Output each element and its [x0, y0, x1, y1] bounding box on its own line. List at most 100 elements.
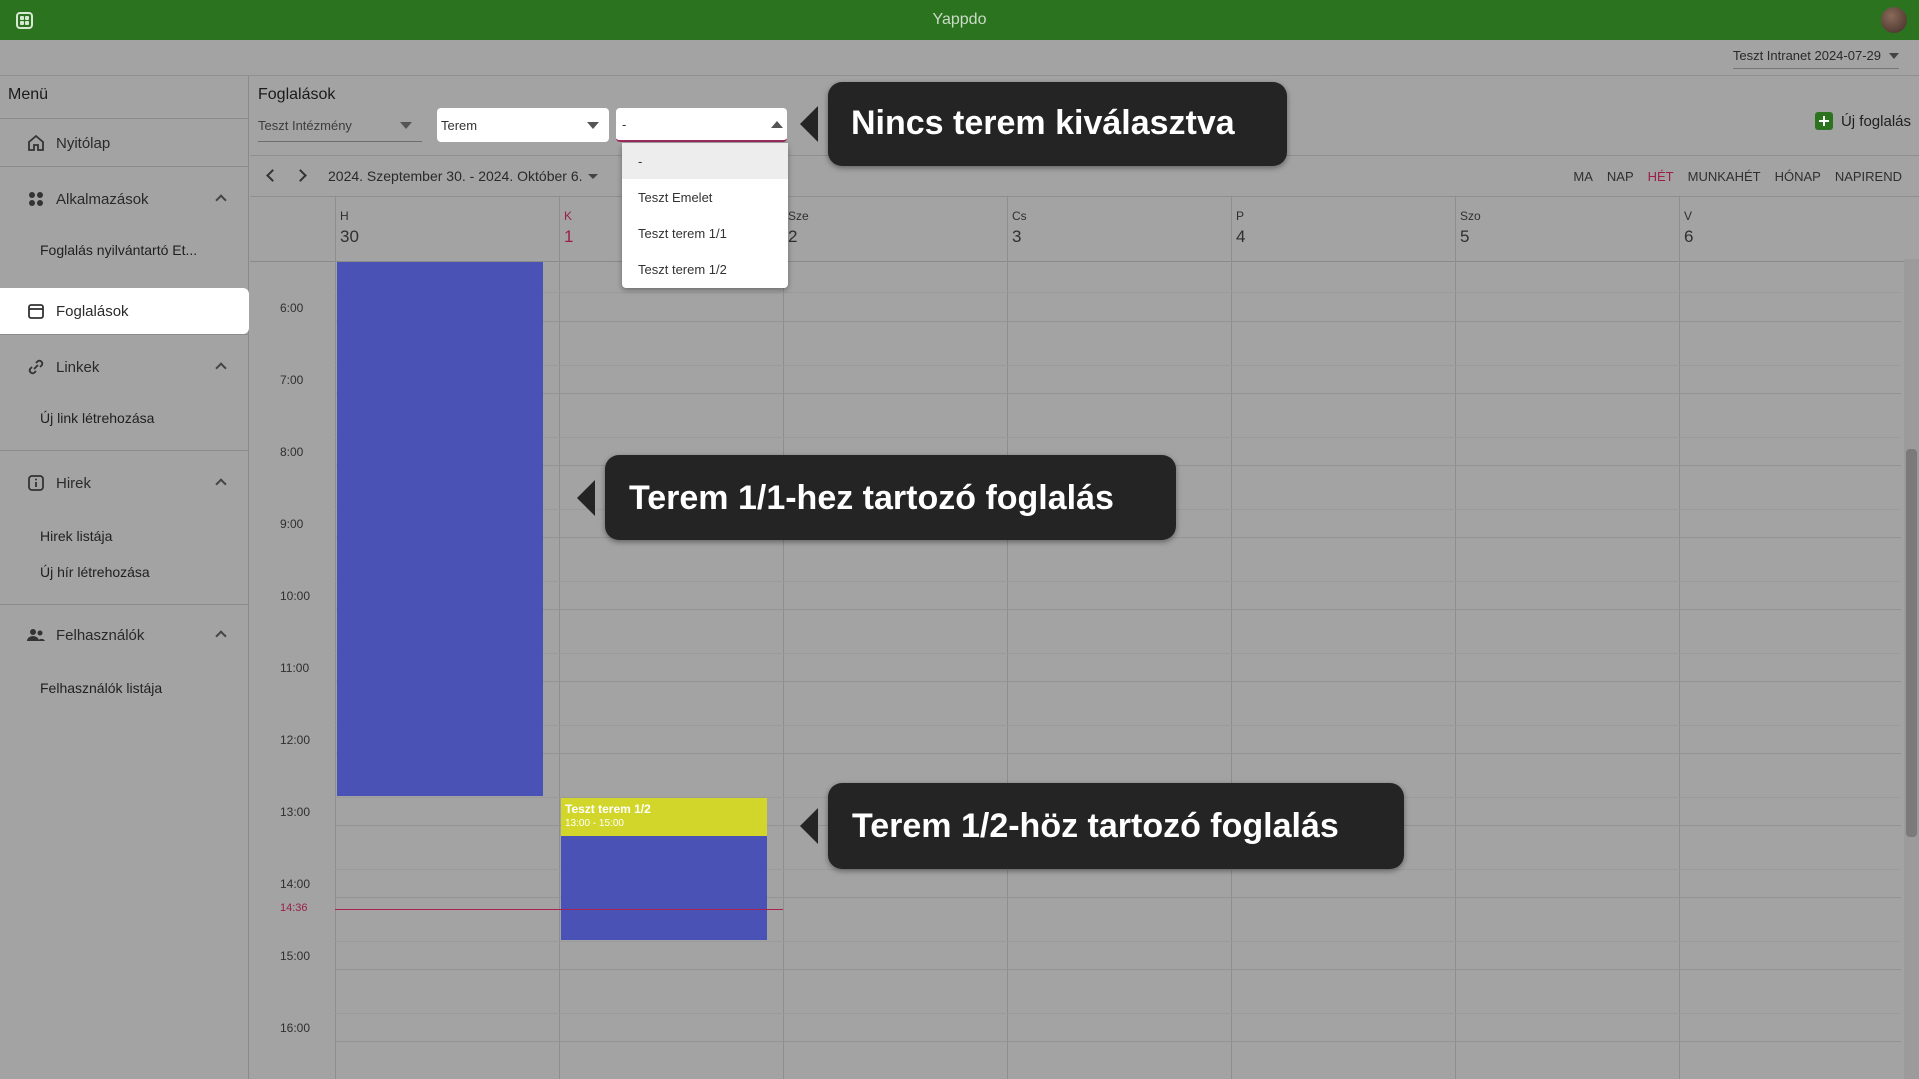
room-option-none[interactable]: - [622, 143, 788, 179]
event-time: 13:00 - 15:00 [565, 818, 624, 829]
grid-row-line [335, 725, 1901, 726]
chevron-right-icon[interactable] [294, 169, 307, 182]
sidebar-item-label: Linkek [56, 358, 100, 376]
view-switcher: MA NAP HÉT MUNKAHÉT HÓNAP NAPIREND [1566, 169, 1909, 184]
chevron-up-icon[interactable] [215, 630, 227, 642]
callout-text: Nincs terem kiválasztva [851, 104, 1235, 142]
grid-col-line [1231, 197, 1232, 1079]
day-number: 4 [1236, 227, 1246, 246]
room-option-teszt-emelet[interactable]: Teszt Emelet [622, 179, 788, 215]
time-label: 8:00 [280, 445, 304, 459]
app-header: Yappdo [0, 0, 1919, 40]
institution-select[interactable]: Teszt Intézmény [258, 108, 422, 142]
sidebar-item-felhasznalok[interactable]: Felhasználók [0, 612, 249, 658]
grid-col-line [1007, 197, 1008, 1079]
divider [0, 334, 249, 335]
sidebar: Menü Nyitólap Alkalmazások Foglalás nyil… [0, 76, 249, 1079]
current-time-label: 14:36 [280, 902, 308, 914]
chevron-up-icon [771, 121, 783, 128]
callout-room-1-1: Terem 1/1-hez tartozó foglalás [605, 455, 1176, 540]
day-number: 6 [1684, 227, 1694, 246]
date-range[interactable]: 2024. Szeptember 30. - 2024. Október 6. [328, 168, 583, 184]
divider [0, 604, 249, 605]
sidebar-item-label: Felhasználók [56, 626, 145, 644]
booking-event-room-1-1[interactable] [337, 262, 543, 796]
event-header: Teszt terem 1/2 13:00 - 15:00 [561, 798, 767, 836]
grid-row-line [335, 969, 1901, 970]
view-ma[interactable]: MA [1566, 169, 1600, 184]
room-select[interactable]: - [616, 108, 787, 142]
page-title: Foglalások [258, 86, 336, 103]
booking-event-room-1-2[interactable]: Teszt terem 1/2 13:00 - 15:00 [561, 798, 767, 940]
chevron-up-icon[interactable] [215, 362, 227, 374]
grid-row-line [335, 609, 1901, 610]
sidebar-item-label: Foglalások [56, 302, 129, 320]
time-label: 11:00 [280, 661, 310, 675]
room-value: - [622, 117, 627, 132]
sidebar-subitem-uj-hir[interactable]: Új hír létrehozása [40, 564, 150, 580]
sidebar-item-linkek[interactable]: Linkek [0, 344, 249, 390]
event-title: Teszt terem 1/2 [565, 802, 651, 816]
view-nap[interactable]: NAP [1600, 169, 1641, 184]
grid-row-line [335, 581, 1901, 582]
day-number: 3 [1012, 227, 1022, 246]
chevron-up-icon[interactable] [215, 478, 227, 490]
calendar-scrollbar[interactable] [1904, 259, 1919, 1079]
grid-col-line [559, 197, 560, 1079]
sidebar-subitem-hirek-listaja[interactable]: Hirek listája [40, 528, 112, 544]
room-type-select[interactable]: Terem [437, 108, 609, 142]
apps-icon [29, 192, 43, 206]
grid-col-line [1679, 197, 1680, 1079]
view-honap[interactable]: HÓNAP [1768, 169, 1828, 184]
scrollbar-thumb[interactable] [1906, 449, 1917, 837]
view-munkahet[interactable]: MUNKAHÉT [1681, 169, 1768, 184]
sidebar-subitem-uj-link[interactable]: Új link létrehozása [40, 410, 154, 426]
callout-text: Terem 1/1-hez tartozó foglalás [629, 479, 1114, 517]
sidebar-subitem-felhasznalok-listaja[interactable]: Felhasználók listája [40, 680, 162, 696]
callout-pointer [800, 808, 818, 844]
day-header: Sze 2 [784, 197, 1007, 261]
grid-col-line [783, 197, 784, 1079]
chevron-down-icon[interactable] [588, 174, 598, 179]
tenant-label: Teszt Intranet 2024-07-29 [1732, 48, 1881, 63]
day-header: Szo 5 [1456, 197, 1679, 261]
callout-pointer [577, 480, 595, 516]
chevron-down-icon [400, 122, 412, 129]
sidebar-subitem-foglalas-nyilvantarto[interactable]: Foglalás nyilvántartó Et... [40, 242, 197, 258]
sidebar-item-hirek[interactable]: Hirek [0, 460, 249, 506]
grid-row-line [335, 653, 1901, 654]
day-header: Cs 3 [1008, 197, 1231, 261]
time-label: 14:00 [280, 877, 311, 891]
grid-row-line [335, 681, 1901, 682]
time-label: 10:00 [280, 589, 311, 603]
day-number: 1 [564, 227, 574, 246]
room-type-value: Terem [441, 118, 478, 133]
grid-row-line [335, 292, 1901, 293]
time-label: 7:00 [280, 373, 304, 387]
time-label: 15:00 [280, 949, 311, 963]
time-label: 9:00 [280, 517, 304, 531]
callout-room-1-2: Terem 1/2-höz tartozó foglalás [828, 783, 1404, 869]
user-avatar[interactable] [1881, 7, 1907, 33]
sidebar-item-label: Hirek [56, 474, 92, 492]
chevron-up-icon[interactable] [215, 194, 227, 206]
chevron-left-icon[interactable] [266, 169, 279, 182]
grid-col-line [335, 197, 336, 1079]
tenant-select[interactable]: Teszt Intranet 2024-07-29 [1732, 48, 1899, 69]
calendar-icon [28, 304, 44, 319]
sidebar-item-alkalmazasok[interactable]: Alkalmazások [0, 176, 249, 222]
sidebar-item-nyitolap[interactable]: Nyitólap [0, 120, 249, 166]
grid-row-line [335, 365, 1901, 366]
room-option-terem-1-2[interactable]: Teszt terem 1/2 [622, 251, 788, 287]
grid-row-line [335, 1041, 1901, 1042]
callout-pointer [800, 106, 818, 142]
day-name: Szo [1460, 209, 1481, 223]
new-booking-button[interactable]: Új foglalás [1814, 112, 1911, 130]
day-number: 30 [340, 227, 359, 246]
info-icon [28, 475, 44, 491]
main-content: Foglalások Teszt Intézmény Terem - Új fo… [250, 76, 1919, 1079]
view-het[interactable]: HÉT [1641, 169, 1681, 184]
room-option-terem-1-1[interactable]: Teszt terem 1/1 [622, 215, 788, 251]
view-napirend[interactable]: NAPIREND [1828, 169, 1909, 184]
sidebar-item-foglalasok[interactable]: Foglalások [0, 288, 249, 334]
